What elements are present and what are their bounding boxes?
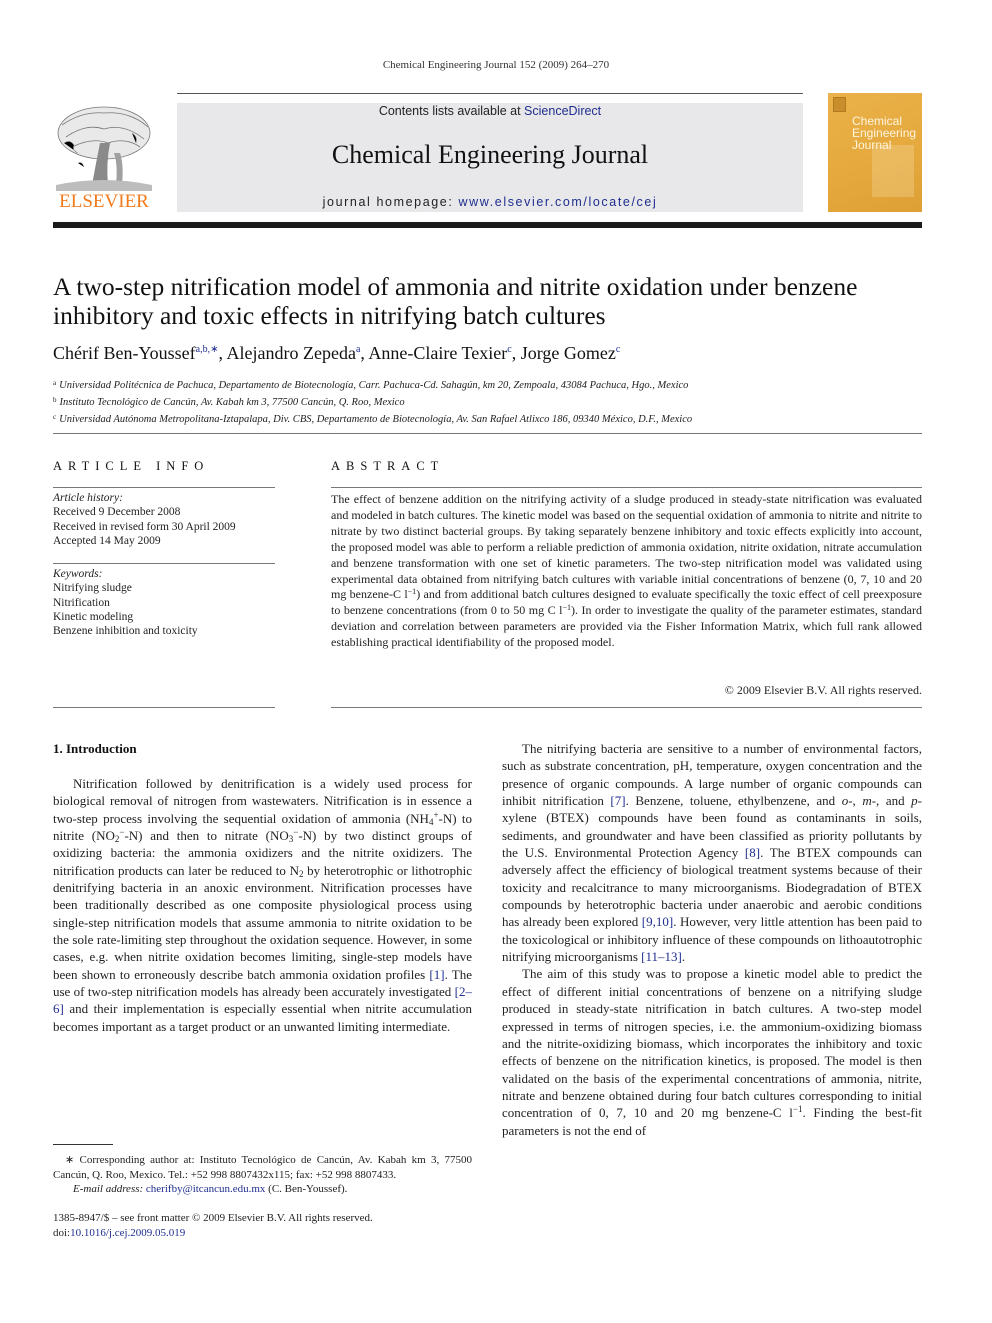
- divider: [53, 487, 275, 488]
- affiliation-item: c Universidad Autónoma Metropolitana-Izta…: [53, 410, 933, 427]
- footnote-text: Corresponding author at: Instituto Tecno…: [53, 1154, 472, 1181]
- footnote-address: ∗ Corresponding author at: Instituto Tec…: [53, 1153, 472, 1182]
- abstract-text: The effect of benzene addition on the ni…: [331, 492, 922, 651]
- cover-title-line: Journal: [852, 138, 892, 152]
- abstract-copyright: © 2009 Elsevier B.V. All rights reserved…: [724, 683, 922, 697]
- history-item: Accepted 14 May 2009: [53, 534, 161, 547]
- article-info-heading: ARTICLE INFO: [53, 459, 210, 473]
- issn-line: 1385-8947/$ – see front matter © 2009 El…: [53, 1212, 373, 1224]
- homepage-prefix: journal homepage:: [322, 195, 459, 209]
- divider: [331, 707, 922, 708]
- divider: [53, 707, 275, 708]
- sciencedirect-link[interactable]: ScienceDirect: [524, 104, 601, 118]
- text-run: -N) and then to nitrate (NO: [124, 828, 289, 844]
- affiliation-mark: a: [53, 379, 57, 387]
- keyword-item: Kinetic modeling: [53, 610, 134, 623]
- keywords-label: Keywords:: [53, 568, 103, 580]
- keywords: Keywords: Nitrifying sludge Nitrificatio…: [53, 567, 275, 638]
- citation-link[interactable]: [1]: [429, 967, 444, 982]
- divider: [331, 487, 922, 488]
- doi-label: doi:: [53, 1227, 71, 1239]
- author-affiliation-link[interactable]: c: [616, 344, 620, 355]
- affiliation-item: b Instituto Tecnológico de Cancún, Av. Ka…: [53, 393, 933, 410]
- keyword-item: Nitrification: [53, 596, 110, 609]
- contents-line: Contents lists available at ScienceDirec…: [177, 104, 803, 118]
- superscript: −1: [407, 587, 417, 597]
- front-matter: 1385-8947/$ – see front matter © 2009 El…: [53, 1211, 472, 1241]
- text-run: -,: [848, 793, 863, 809]
- superscript: −1: [562, 603, 571, 613]
- history-item: Received in revised form 30 April 2009: [53, 520, 236, 533]
- text-run: .: [681, 949, 686, 965]
- citation-link[interactable]: [9,10]: [642, 914, 673, 929]
- author-name: Alejandro Zepeda: [226, 343, 356, 363]
- affiliation-item: a Universidad Politécnica de Pachuca, Dep…: [53, 376, 933, 393]
- paragraph: The aim of this study was to propose a k…: [502, 965, 922, 1138]
- citation-link[interactable]: [11–13]: [641, 949, 682, 964]
- journal-title: Chemical Engineering Journal: [331, 140, 649, 169]
- author-separator: ,: [511, 343, 521, 363]
- history-label: Article history:: [53, 492, 123, 504]
- divider: [53, 433, 922, 434]
- paragraph: Nitrification followed by denitrificatio…: [53, 775, 472, 1035]
- affiliation-text: Universidad Autónoma Metropolitana-Iztap…: [59, 414, 693, 425]
- header-rule: [177, 93, 803, 94]
- affiliation-text: Universidad Politécnica de Pachuca, Depa…: [59, 380, 689, 391]
- cover-title: Chemical Engineering Journal: [852, 115, 916, 151]
- cover-panel: [872, 145, 914, 197]
- author-name: Chérif Ben-Youssef: [53, 343, 196, 363]
- divider: [53, 563, 275, 564]
- author-affiliation-link[interactable]: a,b,∗: [196, 344, 219, 355]
- affiliation-mark: c: [53, 413, 57, 421]
- article-title: A two-step nitrification model of ammoni…: [53, 272, 858, 330]
- footnote-email: E-mail address: cherifby@itcancun.edu.mx…: [53, 1182, 472, 1197]
- journal-homepage-link[interactable]: www.elsevier.com/locate/cej: [459, 195, 658, 209]
- tree-icon: [56, 106, 152, 191]
- text-run: Nitrification followed by denitrificatio…: [53, 776, 472, 826]
- text-run: and their implementation is especially e…: [53, 1001, 472, 1034]
- footnote-star: ∗: [65, 1154, 75, 1166]
- body-column-left: Nitrification followed by denitrificatio…: [53, 775, 472, 1035]
- history-item: Received 9 December 2008: [53, 506, 181, 519]
- author-separator: ,: [218, 343, 227, 363]
- author-name: Jorge Gomez: [520, 343, 616, 363]
- email-suffix: (C. Ben-Youssef).: [265, 1183, 348, 1195]
- introduction-heading: 1. Introduction: [53, 741, 137, 756]
- corresponding-author-footnote: ∗ Corresponding author at: Instituto Tec…: [53, 1153, 472, 1197]
- cover-emblem-icon: [833, 97, 846, 112]
- citation-link[interactable]: [8]: [745, 845, 760, 860]
- text-run: by heterotrophic or lithotrophic denitri…: [53, 862, 472, 982]
- elsevier-wordmark: ELSEVIER: [59, 191, 149, 212]
- journal-cover[interactable]: Chemical Engineering Journal: [828, 93, 922, 212]
- author-name: Anne-Claire Texier: [368, 343, 508, 363]
- doi-line: doi:10.1016/j.cej.2009.05.019: [53, 1226, 472, 1241]
- keyword-item: Benzene inhibition and toxicity: [53, 625, 198, 638]
- email-label: E-mail address:: [73, 1183, 146, 1195]
- paragraph: The nitrifying bacteria are sensitive to…: [502, 740, 922, 965]
- contents-prefix: Contents lists available at: [378, 104, 525, 118]
- doi-link[interactable]: 10.1016/j.cej.2009.05.019: [70, 1227, 185, 1239]
- affiliations: a Universidad Politécnica de Pachuca, Dep…: [53, 376, 933, 427]
- author-list: Chérif Ben-Youssefa,b,∗, Alejandro Zeped…: [53, 343, 933, 364]
- citation-link[interactable]: [7]: [610, 793, 625, 808]
- text-run: The aim of this study was to propose a k…: [502, 966, 922, 1121]
- keyword-item: Nitrifying sludge: [53, 582, 132, 595]
- italic-text: m: [862, 793, 872, 809]
- affiliation-mark: b: [53, 396, 57, 404]
- abstract-segment: The effect of benzene addition on the ni…: [331, 492, 922, 602]
- abstract-heading: ABSTRACT: [331, 459, 445, 473]
- article-history: Article history: Received 9 December 200…: [53, 491, 275, 548]
- text-run: -, and: [871, 793, 912, 809]
- email-link[interactable]: cherifby@itcancun.edu.mx: [146, 1183, 265, 1195]
- running-head: Chemical Engineering Journal 152 (2009) …: [382, 59, 610, 71]
- header-thick-rule: [53, 222, 922, 228]
- elsevier-logo[interactable]: ELSEVIER: [52, 103, 156, 213]
- body-column-right: The nitrifying bacteria are sensitive to…: [502, 740, 922, 1139]
- text-run: . Benzene, toluene, ethylbenzene, and: [625, 793, 842, 809]
- footnote-rule: [53, 1144, 113, 1145]
- affiliation-text: Instituto Tecnológico de Cancún, Av. Kab…: [59, 397, 405, 408]
- homepage-line: journal homepage: www.elsevier.com/locat…: [177, 195, 803, 209]
